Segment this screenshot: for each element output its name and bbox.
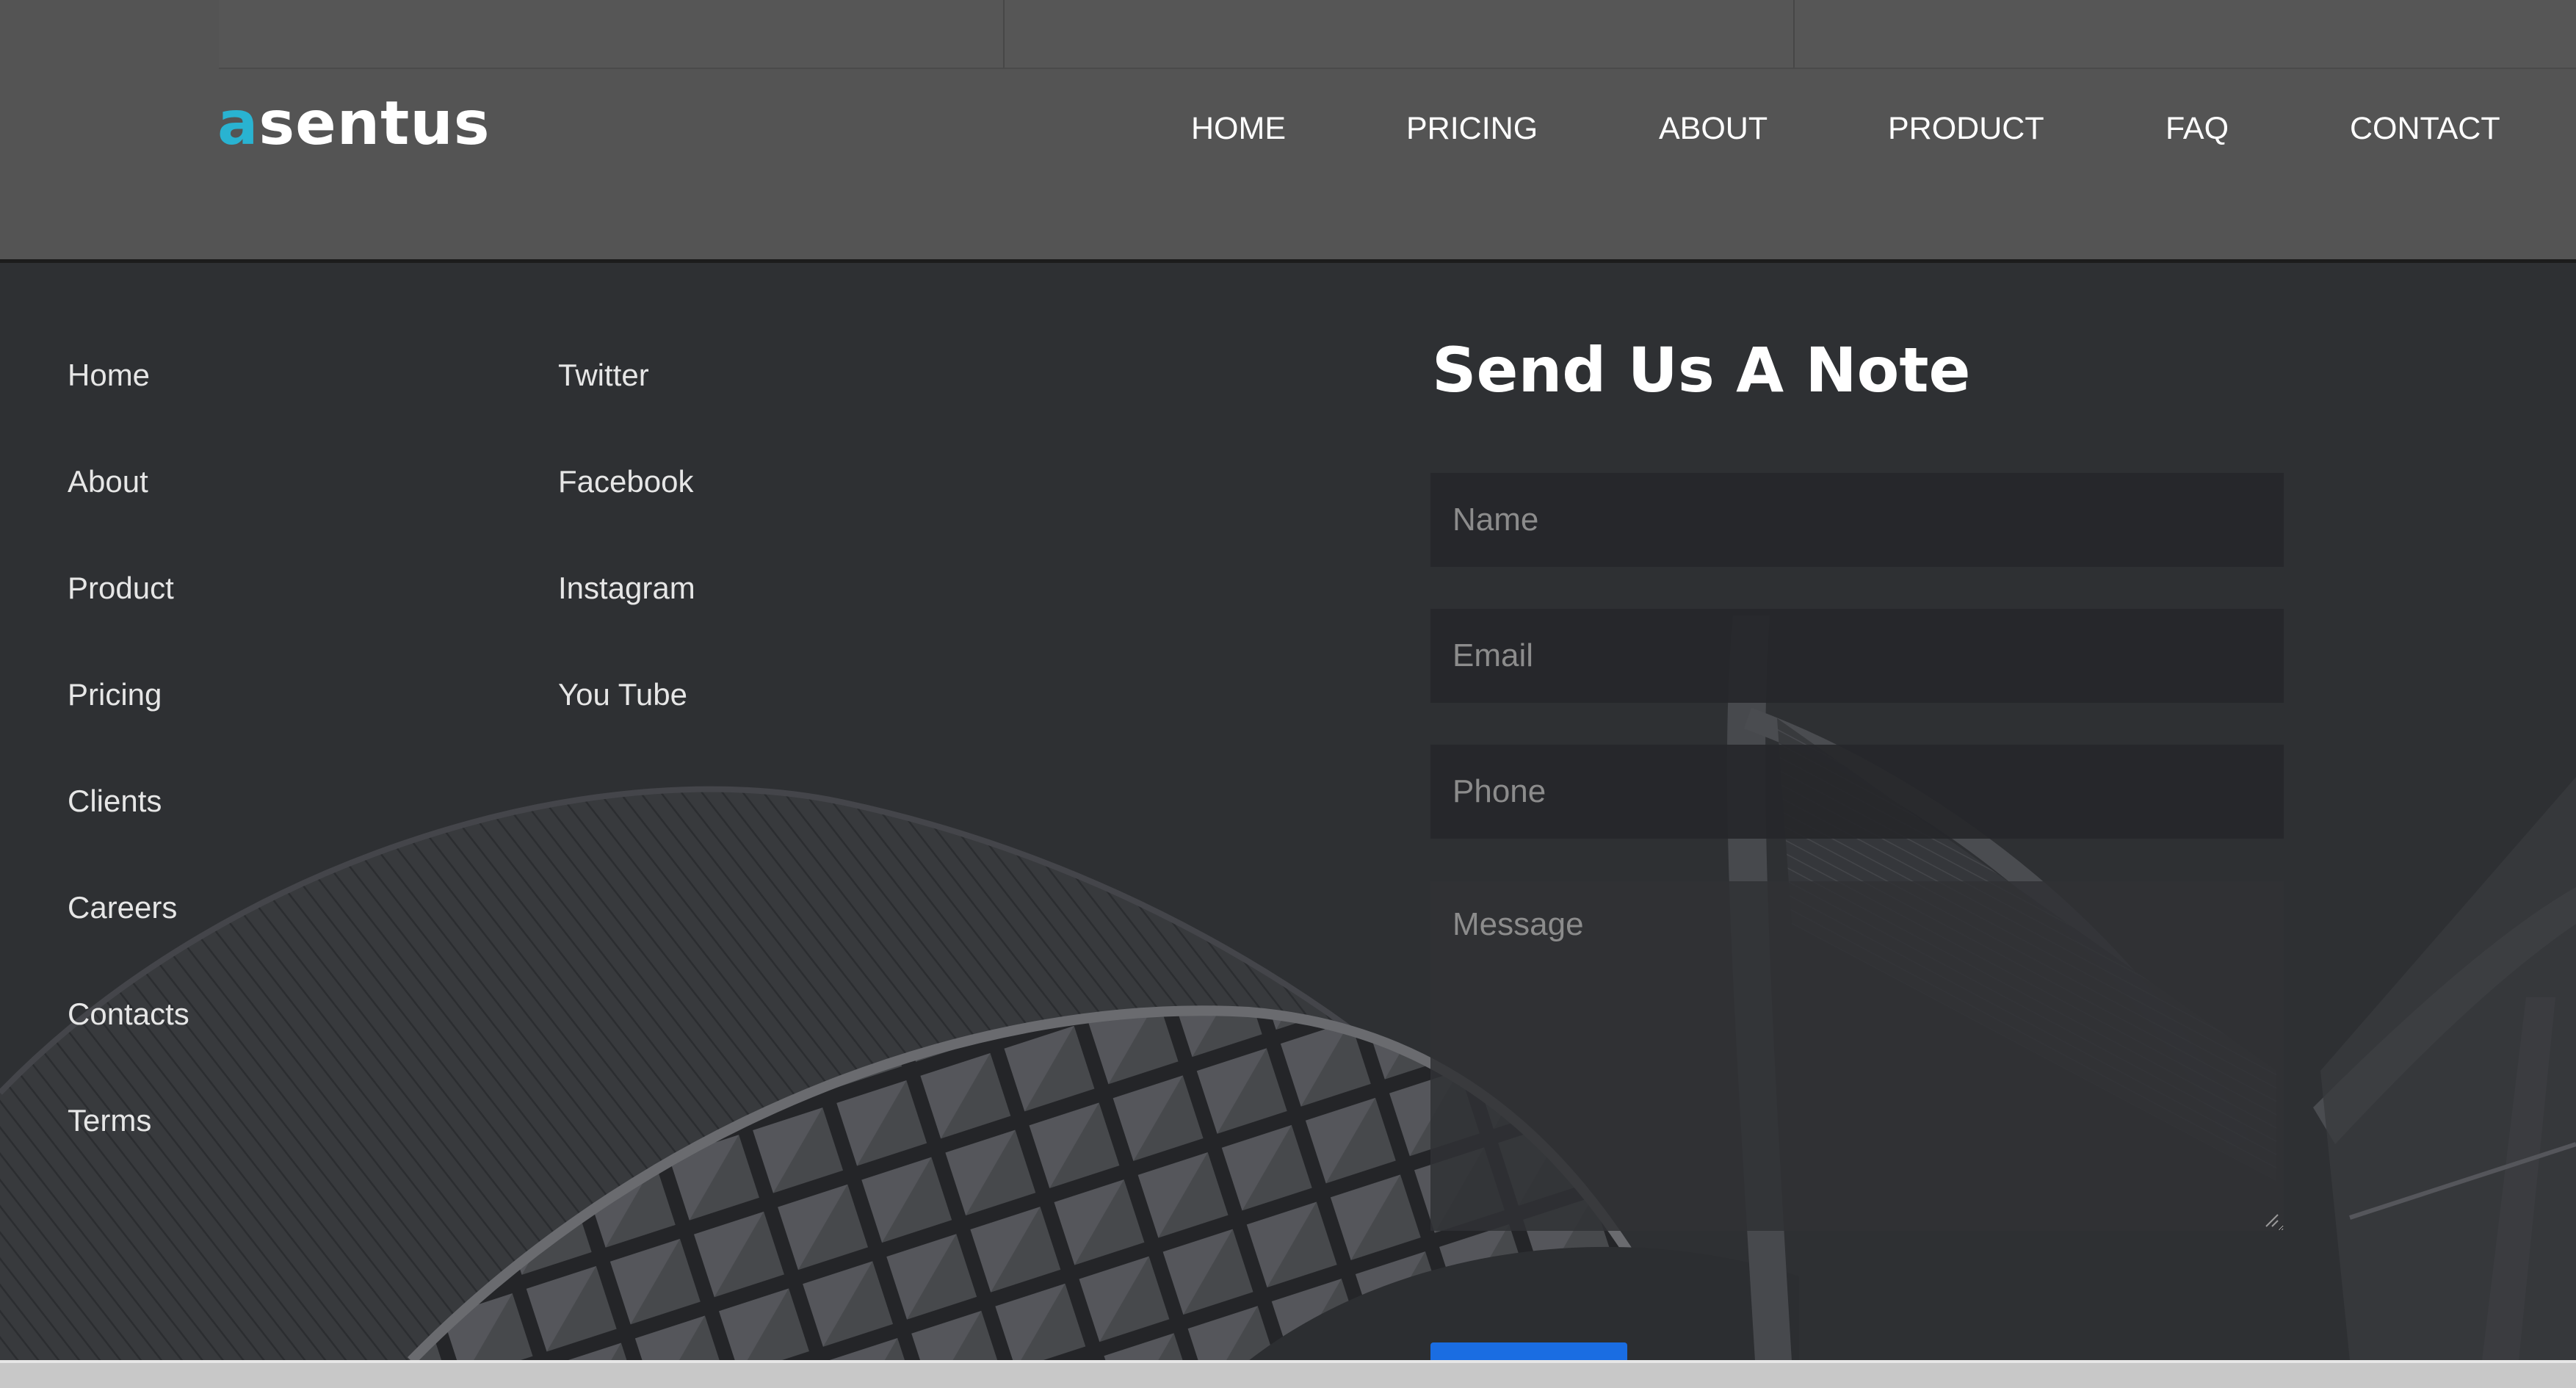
name-field[interactable] — [1430, 473, 2284, 567]
logo-accent: a — [217, 89, 259, 159]
footer-link-youtube[interactable]: You Tube — [558, 679, 687, 710]
footer-link-instagram[interactable]: Instagram — [558, 573, 695, 604]
nav-pricing[interactable]: PRICING — [1406, 113, 1538, 145]
nav-product[interactable]: PRODUCT — [1888, 113, 2044, 145]
footer-link-contacts[interactable]: Contacts — [68, 999, 189, 1030]
message-field[interactable] — [1430, 881, 2284, 1231]
footer-link-facebook[interactable]: Facebook — [558, 466, 693, 497]
logo-text: sentus — [258, 89, 491, 159]
phone-field[interactable] — [1430, 745, 2284, 839]
nav-contact[interactable]: CONTACT — [2350, 113, 2500, 145]
submit-button[interactable] — [1430, 1342, 1627, 1361]
site-header: asentus HOME PRICING ABOUT PRODUCT FAQ C… — [0, 0, 2576, 263]
nav-about[interactable]: ABOUT — [1659, 113, 1768, 145]
footer-link-twitter[interactable]: Twitter — [558, 360, 649, 391]
site-logo[interactable]: asentus — [217, 94, 491, 154]
nav-home[interactable]: HOME — [1191, 113, 1286, 145]
contact-form-title: Send Us A Note — [1432, 334, 1971, 406]
page: asentus HOME PRICING ABOUT PRODUCT FAQ C… — [0, 0, 2576, 1388]
textarea-resize-handle-icon[interactable] — [2263, 1212, 2279, 1228]
footer-link-about[interactable]: About — [68, 466, 148, 497]
top-strip — [219, 0, 2576, 69]
footer-section: Home About Product Pricing Clients Caree… — [0, 263, 2576, 1361]
footer-link-clients[interactable]: Clients — [68, 786, 162, 817]
top-strip-divider — [1003, 0, 1005, 68]
top-strip-divider — [1793, 0, 1795, 68]
footer-link-home[interactable]: Home — [68, 360, 150, 391]
nav-faq[interactable]: FAQ — [2166, 113, 2229, 145]
footer-link-product[interactable]: Product — [68, 573, 174, 604]
footer-link-pricing[interactable]: Pricing — [68, 679, 162, 710]
email-field[interactable] — [1430, 609, 2284, 703]
footer-link-careers[interactable]: Careers — [68, 892, 177, 923]
bottom-scroll-bar — [0, 1360, 2576, 1388]
footer-link-terms[interactable]: Terms — [68, 1105, 151, 1136]
